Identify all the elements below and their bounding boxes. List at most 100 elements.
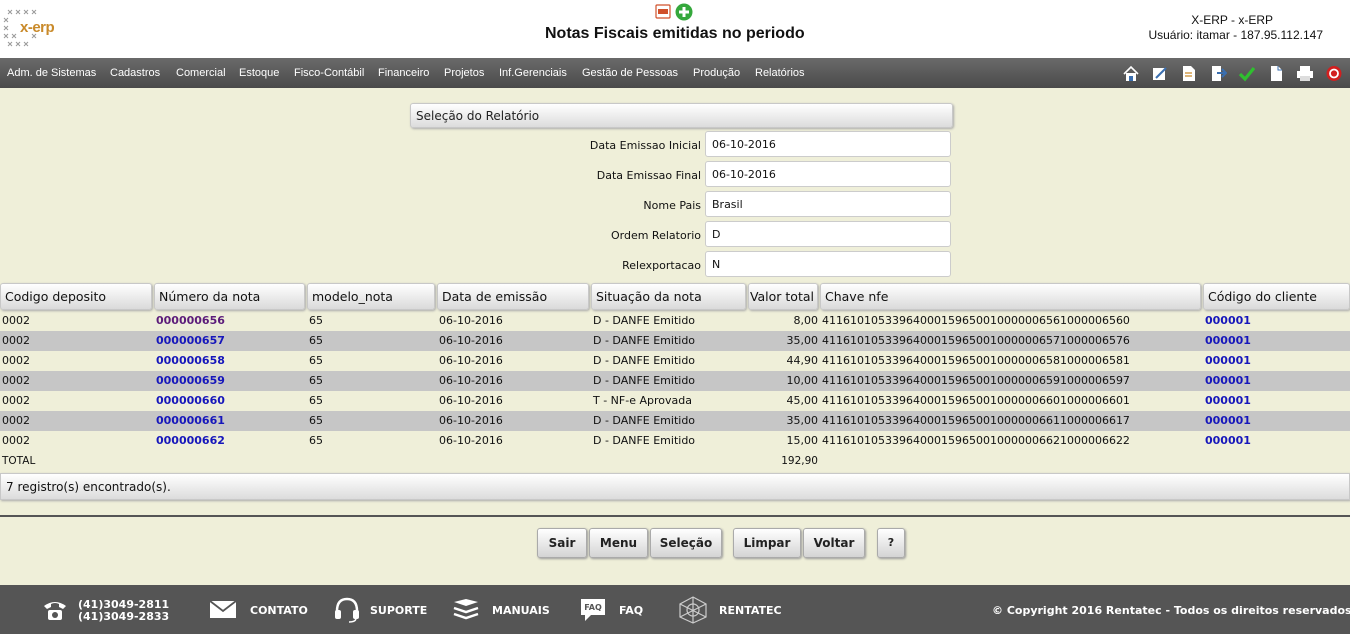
page-icon[interactable] (1267, 65, 1285, 82)
col-numero-nota[interactable]: Número da nota (154, 283, 305, 310)
pdf-icon[interactable] (655, 4, 671, 19)
check-icon[interactable] (1238, 65, 1256, 82)
col-codigo-cliente[interactable]: Código do cliente (1203, 283, 1350, 310)
cell-valor: 10,00 (786, 374, 819, 387)
cell-valor: 45,00 (786, 394, 819, 407)
col-modelo-nota[interactable]: modelo_nota (307, 283, 435, 310)
cell-cliente-link[interactable]: 000001 (1205, 374, 1251, 387)
total-row: TOTAL 192,90 (0, 451, 1350, 471)
cell-cliente-link[interactable]: 000001 (1205, 414, 1251, 427)
menu-fisco-contabil[interactable]: Fisco-Contábil (294, 67, 364, 79)
cell-numero-link[interactable]: 000000658 (156, 354, 225, 367)
col-codigo-deposito[interactable]: Codigo deposito (0, 283, 152, 310)
voltar-button[interactable]: Voltar (803, 528, 865, 558)
cell-cliente-link[interactable]: 000001 (1205, 394, 1251, 407)
nome-pais-input[interactable] (705, 191, 951, 217)
cell-situacao: D - DANFE Emitido (593, 374, 696, 387)
print-icon[interactable] (1296, 65, 1314, 82)
menu-gestao-pessoas[interactable]: Gestão de Pessoas (582, 67, 678, 79)
data-emissao-final-input[interactable] (705, 161, 951, 187)
cell-numero-link[interactable]: 000000661 (156, 414, 225, 427)
sair-button[interactable]: Sair (537, 528, 587, 558)
col-valor-total[interactable]: Valor total (748, 283, 818, 310)
footer: (41)3049-2811 (41)3049-2833 CONTATO SUPO… (0, 585, 1350, 634)
menu-relatorios[interactable]: Relatórios (755, 67, 805, 79)
faq-icon: FAQ (581, 599, 605, 621)
relexportacao-input[interactable] (705, 251, 951, 277)
cell-modelo: 65 (309, 394, 323, 407)
cell-modelo: 65 (309, 334, 323, 347)
cell-modelo: 65 (309, 414, 323, 427)
cell-cliente-link[interactable]: 000001 (1205, 314, 1251, 327)
col-chave-nfe[interactable]: Chave nfe (820, 283, 1201, 310)
col-data-emissao[interactable]: Data de emissão (437, 283, 589, 310)
table-row: 0002 000000661 65 06-10-2016 D - DANFE E… (0, 411, 1350, 431)
rentatec-link[interactable]: RENTATEC (719, 604, 782, 617)
menu-projetos[interactable]: Projetos (444, 67, 484, 79)
label-relexportacao: Relexportacao (622, 259, 701, 272)
cell-valor: 44,90 (786, 354, 819, 367)
menu-comercial[interactable]: Comercial (176, 67, 226, 79)
cell-valor: 35,00 (786, 334, 819, 347)
ordem-relatorio-input[interactable] (705, 221, 951, 247)
menu-estoque[interactable]: Estoque (239, 67, 279, 79)
cell-situacao: D - DANFE Emitido (593, 414, 696, 427)
exit-icon[interactable] (1325, 65, 1343, 82)
selecao-button[interactable]: Seleção (650, 528, 722, 558)
total-value: 192,90 (781, 455, 818, 467)
cell-numero-link[interactable]: 000000659 (156, 374, 225, 387)
cell-deposito: 0002 (2, 314, 30, 327)
add-icon[interactable] (675, 3, 693, 21)
cell-deposito: 0002 (2, 434, 30, 447)
cell-numero-link[interactable]: 000000660 (156, 394, 225, 407)
manuais-link[interactable]: MANUAIS (492, 604, 550, 617)
cell-chave: 4116101053396400015965001000000659100000… (822, 374, 1130, 387)
suporte-link[interactable]: SUPORTE (370, 604, 427, 617)
edit-icon[interactable] (1151, 65, 1169, 82)
phone-icon (44, 602, 66, 620)
menu-button[interactable]: Menu (589, 528, 648, 558)
home-icon[interactable] (1122, 65, 1140, 82)
faq-link[interactable]: FAQ (619, 604, 643, 617)
limpar-button[interactable]: Limpar (733, 528, 801, 558)
page-title: Notas Fiscais emitidas no periodo (545, 25, 805, 42)
table-row: 0002 000000658 65 06-10-2016 D - DANFE E… (0, 351, 1350, 371)
table-row: 0002 000000662 65 06-10-2016 D - DANFE E… (0, 431, 1350, 451)
col-situacao-nota[interactable]: Situação da nota (591, 283, 746, 310)
export-icon[interactable] (1209, 65, 1227, 82)
phone-2[interactable]: (41)3049-2833 (78, 610, 169, 623)
header: x-erp Notas Fiscais emitidas no periodo … (0, 0, 1350, 58)
cell-cliente-link[interactable]: 000001 (1205, 354, 1251, 367)
menu-cadastros[interactable]: Cadastros (110, 67, 160, 79)
xerp-logo[interactable]: x-erp (2, 4, 62, 54)
label-data-emissao-inicial: Data Emissao Inicial (589, 139, 701, 152)
header-actions (655, 2, 695, 22)
data-emissao-inicial-input[interactable] (705, 131, 951, 157)
cell-numero-link[interactable]: 000000662 (156, 434, 225, 447)
cell-numero-link[interactable]: 000000657 (156, 334, 225, 347)
menu-adm-sistemas[interactable]: Adm. de Sistemas (7, 67, 96, 79)
user-info: Usuário: itamar - 187.95.112.147 (1148, 28, 1323, 42)
menu-producao[interactable]: Produção (693, 67, 740, 79)
contato-link[interactable]: CONTATO (250, 604, 308, 617)
copyright-text: © Copyright 2016 Rentatec - Todos os dir… (992, 604, 1350, 617)
divider (0, 515, 1350, 517)
table-row: 0002 000000656 65 06-10-2016 D - DANFE E… (0, 311, 1350, 331)
cell-chave: 4116101053396400015965001000000660100000… (822, 394, 1130, 407)
cell-situacao: T - NF-e Aprovada (593, 394, 692, 407)
total-label: TOTAL (2, 455, 36, 467)
cell-modelo: 65 (309, 374, 323, 387)
cell-cliente-link[interactable]: 000001 (1205, 334, 1251, 347)
table-row: 0002 000000657 65 06-10-2016 D - DANFE E… (0, 331, 1350, 351)
main-menubar: Adm. de Sistemas Cadastros Comercial Est… (0, 58, 1350, 88)
cell-deposito: 0002 (2, 354, 30, 367)
help-button[interactable]: ? (877, 528, 905, 558)
cell-cliente-link[interactable]: 000001 (1205, 434, 1251, 447)
document-icon[interactable] (1180, 65, 1198, 82)
cell-numero-link[interactable]: 000000656 (156, 314, 225, 327)
menu-financeiro[interactable]: Financeiro (378, 67, 429, 79)
records-found-text: 7 registro(s) encontrado(s). (6, 480, 171, 494)
cell-chave: 4116101053396400015965001000000656100000… (822, 314, 1130, 327)
menu-inf-gerenciais[interactable]: Inf.Gerenciais (499, 67, 567, 79)
cell-deposito: 0002 (2, 374, 30, 387)
